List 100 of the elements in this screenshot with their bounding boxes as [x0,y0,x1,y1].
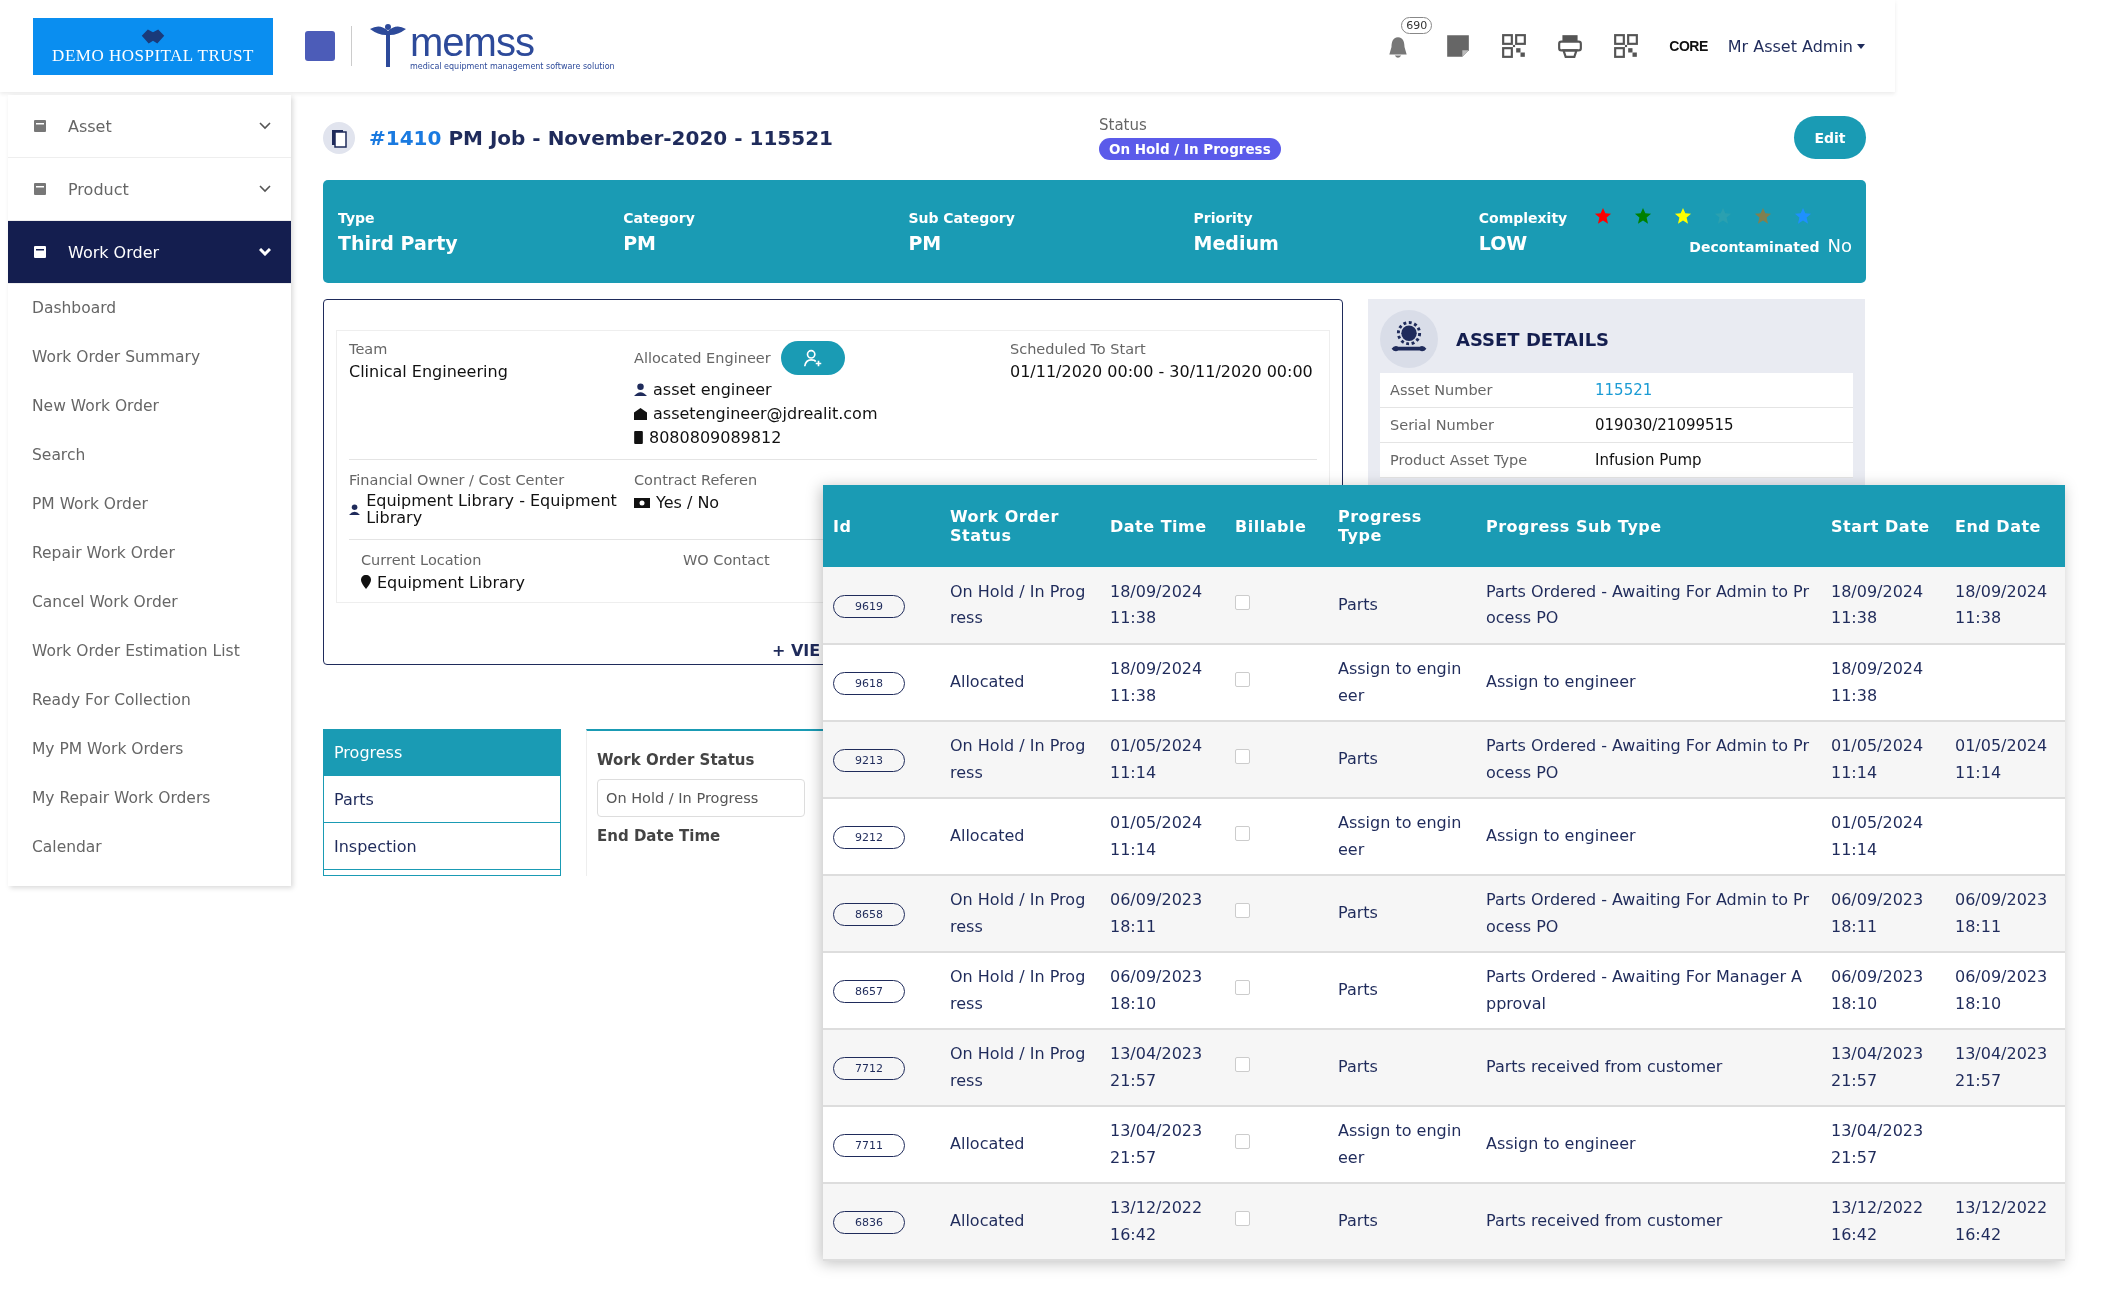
table-cell: On Hold / In Progress [940,1029,1100,1106]
table-cell: Parts [1328,1029,1476,1106]
checkbox[interactable] [1235,980,1250,996]
field-value: PM [623,231,658,254]
table-cell: Allocated [940,1183,1100,1260]
field-label: End Date Time [597,827,721,845]
chevron-icon [259,185,271,193]
field-value: Third Party [338,231,459,254]
location-pin-icon [361,575,371,590]
checkbox[interactable] [1235,903,1250,919]
table-cell: 13/12/2022 16:42 [1100,1183,1225,1260]
sidebar-subitem[interactable]: Calendar [8,823,291,872]
user-menu[interactable]: Mr Asset Admin [1727,36,1865,56]
sidebar-item[interactable]: Product [8,158,291,221]
sidebar-subitem[interactable]: My PM Work Orders [8,725,291,774]
engineer-name: asset engineer [653,380,772,399]
table-cell: 18/09/2024 11:38 [1821,567,1945,644]
field-label: Allocated Engineer [634,350,771,366]
sidebar-subitem[interactable]: Dashboard [8,284,291,333]
field-label: Sub Category [908,209,1016,226]
section-title: ASSET DETAILS [1456,328,1610,350]
checkbox[interactable] [1235,1057,1250,1073]
checkbox[interactable] [1235,1134,1250,1150]
field-label: Team [349,341,389,357]
engineer-phone: 8080809089812 [649,428,782,447]
checkbox[interactable] [1235,826,1250,842]
asset-number-link[interactable]: 115521 [1595,381,1653,399]
table-cell: Parts Ordered - Awaiting For Admin to Process PO [1476,875,1821,952]
qr-code-icon[interactable] [1613,33,1640,59]
caret-icon [1857,43,1865,49]
table-cell: 06/09/2023 18:11 [1821,875,1945,952]
table-cell: 13/04/2023 21:57 [1945,1029,2065,1106]
table-cell: Parts Ordered - Awaiting For Admin to Process PO [1476,567,1821,644]
menu-item-icon [32,181,48,197]
table-cell: Parts [1328,721,1476,798]
table-cell: 13/04/2023 21:57 [1100,1029,1225,1106]
person-icon [634,383,647,396]
note-icon[interactable] [1445,33,1472,59]
field-label: WO Contact [683,551,771,568]
table-cell: Parts [1328,567,1476,644]
sidebar-item[interactable]: Asset [8,95,291,158]
checkbox[interactable] [1235,672,1250,688]
menu-item-icon [32,244,48,260]
sidebar-subitem[interactable]: Work Order Estimation List [8,627,291,676]
field-value: 019030/21099515 [1595,416,1734,434]
column-header: End Date [1945,485,2065,567]
field-label: Complexity [1478,209,1569,226]
qr-code-icon[interactable] [1501,33,1528,59]
checkbox[interactable] [1235,1211,1250,1227]
menu-toggle-button[interactable] [305,31,335,61]
edit-button[interactable]: Edit [1794,116,1866,159]
field-label: Contract Referen [634,472,759,488]
field-label: Type [338,209,376,226]
table-cell: Parts [1328,1183,1476,1260]
printer-icon[interactable] [1557,33,1584,59]
person-icon [349,503,361,517]
sidebar-subitem[interactable]: PM Work Order [8,480,291,529]
view-more-link[interactable]: + VIE [772,641,821,660]
table-cell: Parts Ordered - Awaiting For Admin to Process PO [1476,721,1821,798]
field-value: Yes / No [656,493,720,512]
phone-icon [634,431,643,444]
column-header: Id [823,485,940,567]
chevron-icon [259,248,271,256]
org-name: DEMO HOSPITAL TRUST [52,45,254,66]
sidebar-subitem[interactable]: Work Order Summary [8,333,291,382]
checkbox[interactable] [1235,749,1250,765]
chevron-icon [259,122,271,130]
sidebar-subitem[interactable]: My Repair Work Orders [8,774,291,823]
job-title: #1410 PM Job - November-2020 - 115521 [369,125,834,150]
engineer-email: assetengineer@jdrealit.com [653,404,878,423]
table-cell: 18/09/2024 11:38 [1100,567,1225,644]
sidebar-subitem[interactable]: Cancel Work Order [8,578,291,627]
field-value: Clinical Engineering [349,362,509,381]
tab[interactable]: Progress [324,729,560,776]
table-cell: 01/05/2024 11:14 [1945,721,2065,798]
field-value: LOW [1478,231,1529,254]
gear-wrench-icon [1380,310,1438,368]
org-logo[interactable]: DEMO HOSPITAL TRUST [33,17,273,75]
sidebar-item[interactable]: Work Order [8,221,291,284]
status-select[interactable]: On Hold / In Progress [597,779,805,817]
field-label: Current Location [361,551,483,568]
app-logo[interactable]: memss medical equipment management software solution [368,21,615,71]
field-label: Serial Number [1390,417,1495,433]
app-tagline: medical equipment management software solution [410,61,615,71]
table-cell: 01/05/2024 11:14 [1100,721,1225,798]
sidebar-subitem[interactable]: Search [8,431,291,480]
checkbox[interactable] [1235,594,1250,610]
field-value: 01/11/2020 00:00 - 30/11/2020 00:00 [1010,362,1314,381]
sidebar-subitem[interactable]: Repair Work Order [8,529,291,578]
field-label: Work Order Status [597,751,755,769]
field-label: Decontaminated [1689,239,1820,255]
assign-engineer-button[interactable] [780,341,845,375]
document-icon [323,121,355,154]
table-cell: On Hold / In Progress [940,875,1100,952]
menu-item-icon [32,118,48,134]
field-value: Equipment Library - Equipment Library [366,493,618,527]
sidebar-subitem[interactable]: New Work Order [8,382,291,431]
table-cell: On Hold / In Progress [940,567,1100,644]
sidebar-subitem[interactable]: Ready For Collection [8,676,291,725]
field-value: Equipment Library [377,572,525,592]
